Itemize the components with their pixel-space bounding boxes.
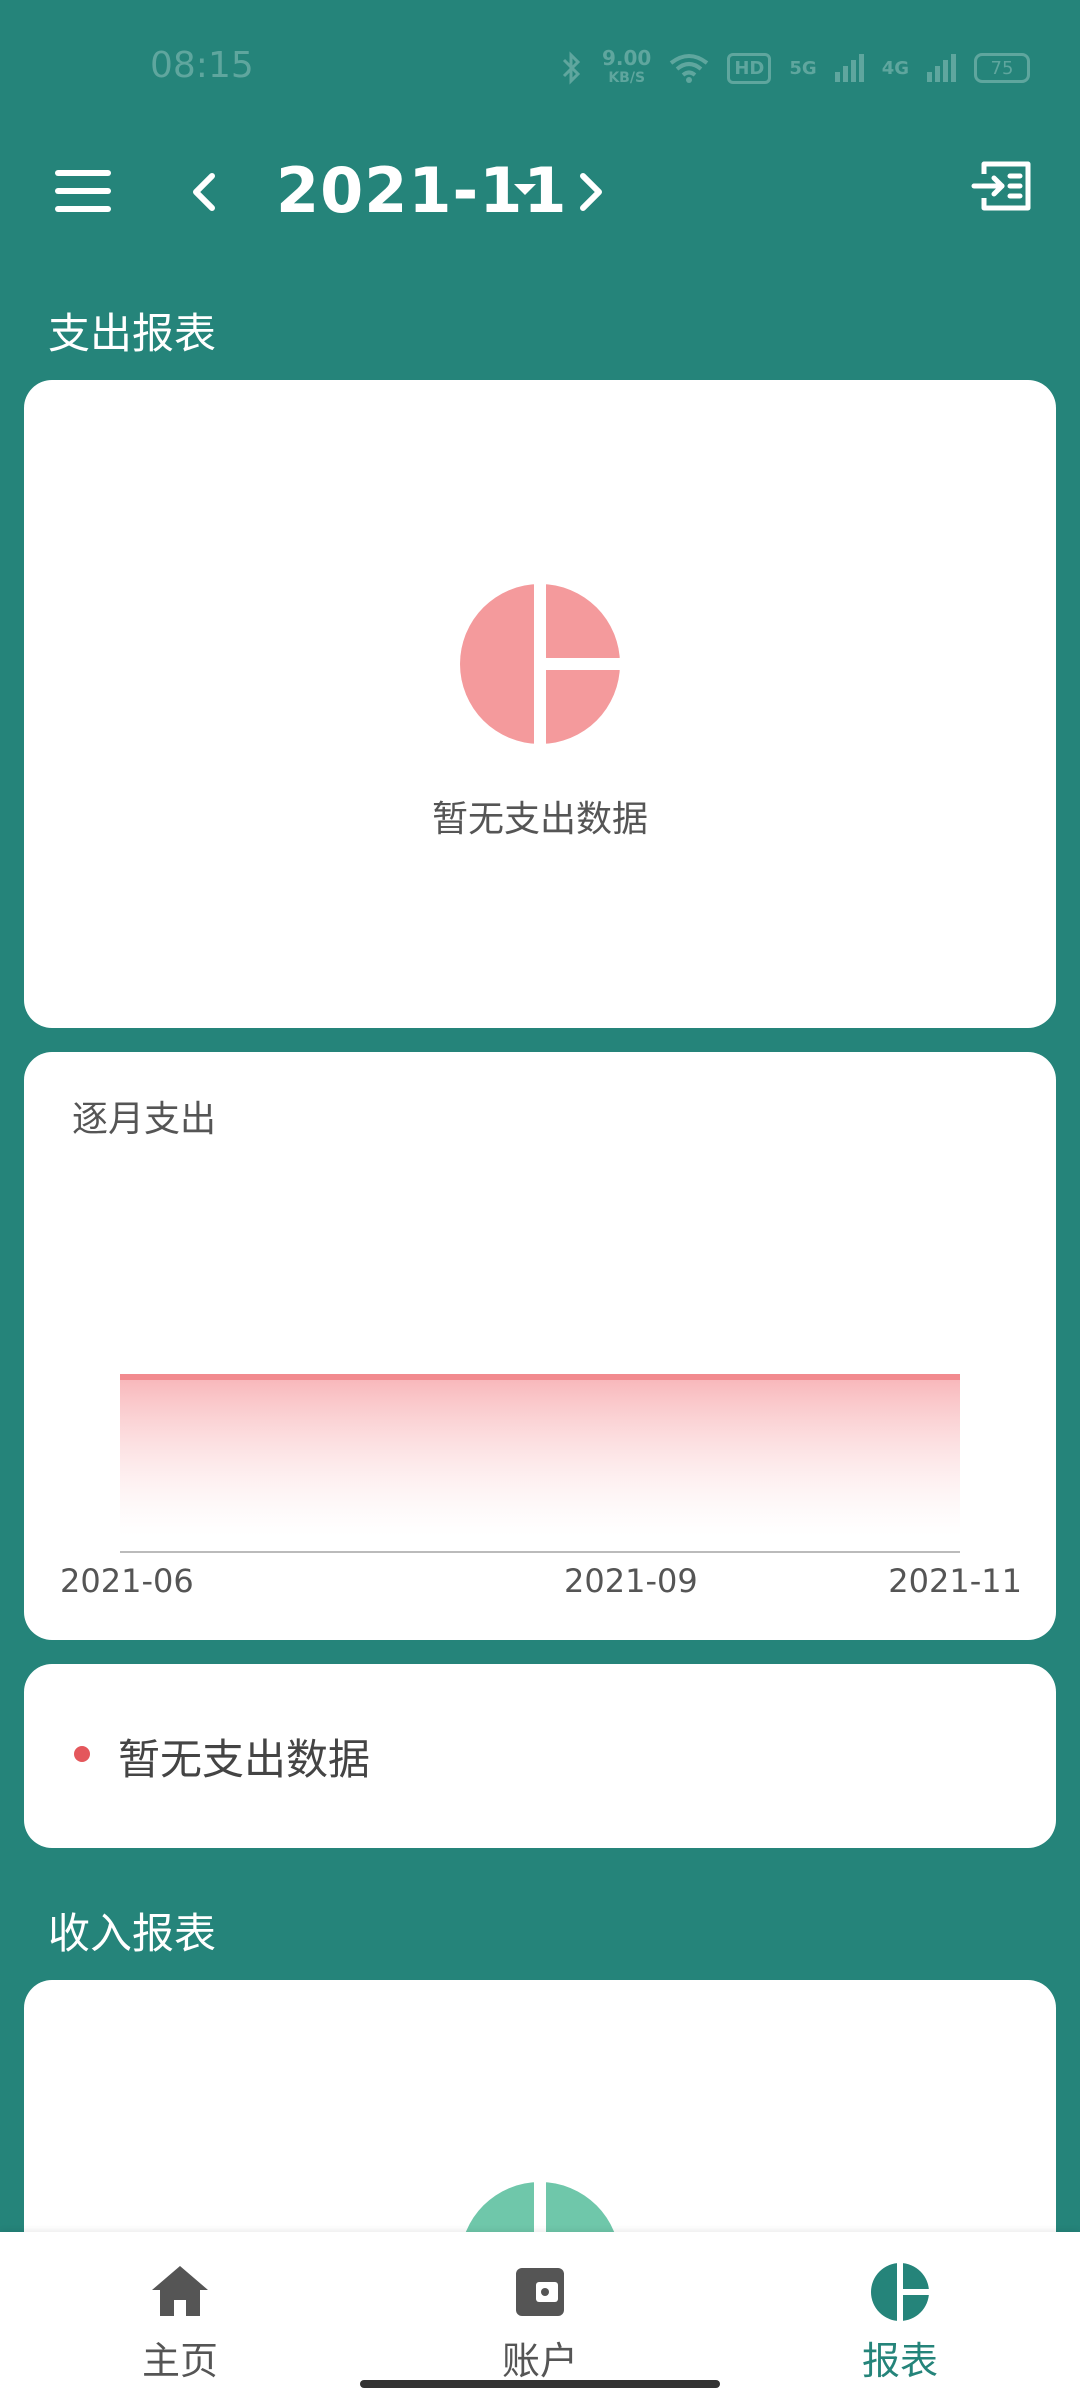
nav-item-reports[interactable]: 报表 xyxy=(800,2232,1000,2400)
x-tick-label: 2021-11 xyxy=(888,1562,1022,1600)
income-section-title: 收入报表 xyxy=(48,1909,217,1958)
chevron-right-icon[interactable] xyxy=(565,164,615,220)
sim2-label: 4G xyxy=(881,57,909,79)
expense-section-title: 支出报表 xyxy=(48,309,217,358)
caret-down-icon[interactable] xyxy=(514,184,536,195)
pie-chart-icon xyxy=(460,584,620,744)
nav-label-accounts: 账户 xyxy=(501,2339,578,2383)
legend-dot xyxy=(74,1746,90,1762)
wifi-icon xyxy=(670,54,709,83)
bottom-navigation: 主页 账户 报表 xyxy=(0,2232,1080,2400)
nav-item-accounts[interactable]: 账户 xyxy=(440,2232,640,2400)
nav-label-reports: 报表 xyxy=(861,2339,938,2383)
top-app-bar: 2021-11 xyxy=(0,150,1080,230)
expense-legend-card: 暂无支出数据 xyxy=(24,1664,1056,1848)
sim1-label: 5G xyxy=(789,57,817,79)
pie-chart-icon xyxy=(871,2262,930,2322)
home-indicator xyxy=(360,2380,720,2388)
battery-icon: 75 xyxy=(974,53,1030,83)
status-bar: 08:15 9.00 KB/S HD 5G 4G 75 xyxy=(0,0,1080,130)
chevron-left-icon[interactable] xyxy=(180,164,230,220)
monthly-expense-card: 逐月支出 2021-06 2021-09 2021-11 xyxy=(24,1052,1056,1640)
expense-pie-card: 暂无支出数据 xyxy=(24,380,1056,1028)
expense-empty-text: 暂无支出数据 xyxy=(431,799,648,840)
nav-item-home[interactable]: 主页 xyxy=(80,2232,280,2400)
signal-icon xyxy=(927,54,956,82)
legend-empty-text: 暂无支出数据 xyxy=(118,1735,371,1784)
status-icons: 9.00 KB/S HD 5G 4G 75 xyxy=(560,48,1030,88)
home-icon xyxy=(152,2266,208,2316)
hd-badge: HD xyxy=(727,52,772,84)
nav-label-home: 主页 xyxy=(141,2339,218,2383)
expense-area xyxy=(120,1377,960,1536)
status-time: 08:15 xyxy=(150,45,254,86)
menu-icon[interactable] xyxy=(55,170,111,212)
wallet-icon xyxy=(516,2268,564,2316)
monthly-expense-chart xyxy=(120,1374,960,1553)
export-icon[interactable] xyxy=(970,158,1034,214)
x-tick-label: 2021-06 xyxy=(60,1562,194,1600)
bluetooth-icon xyxy=(562,51,581,85)
signal-icon xyxy=(834,54,864,82)
net-speed: 9.00 KB/S xyxy=(602,46,652,86)
x-tick-label: 2021-09 xyxy=(564,1562,698,1600)
